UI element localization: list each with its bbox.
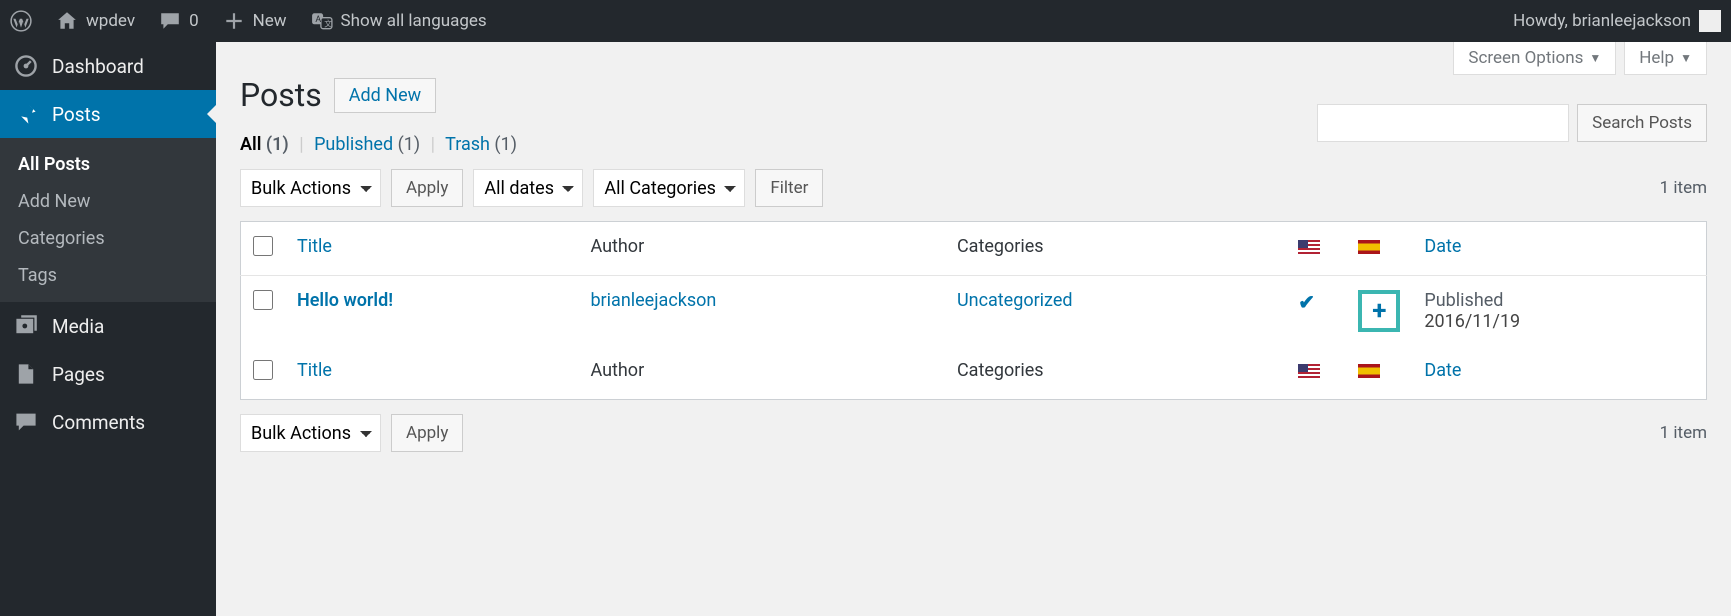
posts-table: Title Author Categories Date Hello world… bbox=[240, 221, 1707, 400]
column-date[interactable]: Date bbox=[1412, 222, 1706, 276]
comment-icon bbox=[159, 10, 181, 32]
page-icon bbox=[14, 362, 38, 386]
main-content: Screen Options ▼ Help ▼ Posts Add New Se… bbox=[216, 42, 1731, 616]
plus-icon[interactable]: + bbox=[1372, 296, 1386, 326]
items-count-bottom: 1 item bbox=[1660, 423, 1707, 443]
submenu-tags[interactable]: Tags bbox=[0, 257, 216, 294]
post-date: 2016/11/19 bbox=[1424, 311, 1694, 332]
menu-posts[interactable]: Posts bbox=[0, 90, 216, 138]
admin-toolbar: wpdev 0 New A文 Show all languages Howdy,… bbox=[0, 0, 1731, 42]
column-date[interactable]: Date bbox=[1412, 346, 1706, 400]
post-title-link[interactable]: Hello world! bbox=[297, 290, 393, 311]
menu-dashboard[interactable]: Dashboard bbox=[0, 42, 216, 90]
search-input[interactable] bbox=[1317, 104, 1569, 142]
filter-trash[interactable]: Trash (1) bbox=[445, 134, 517, 155]
add-new-button[interactable]: Add New bbox=[334, 78, 436, 113]
column-author: Author bbox=[578, 346, 945, 400]
dashboard-icon bbox=[14, 54, 38, 78]
screen-options-tab[interactable]: Screen Options ▼ bbox=[1453, 42, 1616, 75]
menu-media[interactable]: Media bbox=[0, 302, 216, 350]
pin-icon bbox=[14, 102, 38, 126]
admin-menu: Dashboard Posts All Posts Add New Catego… bbox=[0, 42, 216, 616]
comments-link[interactable]: 0 bbox=[159, 10, 199, 32]
search-button[interactable]: Search Posts bbox=[1577, 104, 1707, 142]
bulk-actions-select-bottom[interactable]: Bulk Actions bbox=[240, 414, 381, 452]
column-title[interactable]: Title bbox=[285, 346, 578, 400]
page-title: Posts bbox=[240, 76, 322, 114]
howdy-text: Howdy, brianleejackson bbox=[1513, 11, 1691, 31]
menu-label: Dashboard bbox=[52, 55, 144, 78]
flag-es-icon bbox=[1358, 364, 1380, 378]
site-name: wpdev bbox=[86, 11, 135, 31]
column-lang-es bbox=[1346, 222, 1412, 276]
bulk-actions-select[interactable]: Bulk Actions bbox=[240, 169, 381, 207]
submenu-categories[interactable]: Categories bbox=[0, 220, 216, 257]
date-filter-select[interactable]: All dates bbox=[473, 169, 583, 207]
translate-icon: A文 bbox=[311, 10, 333, 32]
home-icon bbox=[56, 10, 78, 32]
menu-label: Comments bbox=[52, 411, 145, 434]
check-icon[interactable]: ✔ bbox=[1298, 290, 1315, 314]
column-lang-es bbox=[1346, 346, 1412, 400]
column-title[interactable]: Title bbox=[285, 222, 578, 276]
chevron-down-icon: ▼ bbox=[1680, 51, 1692, 65]
post-status: Published bbox=[1424, 290, 1694, 311]
column-categories: Categories bbox=[945, 346, 1286, 400]
flag-es-icon bbox=[1358, 240, 1380, 254]
help-tab[interactable]: Help ▼ bbox=[1624, 42, 1707, 75]
menu-label: Pages bbox=[52, 363, 105, 386]
comments-count: 0 bbox=[189, 11, 199, 31]
submenu-all-posts[interactable]: All Posts bbox=[0, 146, 216, 183]
languages-label: Show all languages bbox=[341, 11, 487, 31]
menu-label: Media bbox=[52, 315, 104, 338]
site-link[interactable]: wpdev bbox=[56, 10, 135, 32]
svg-text:文: 文 bbox=[324, 19, 332, 29]
author-link[interactable]: brianleejackson bbox=[590, 290, 716, 311]
submenu-add-new[interactable]: Add New bbox=[0, 183, 216, 220]
avatar bbox=[1699, 10, 1721, 32]
account-link[interactable]: Howdy, brianleejackson bbox=[1513, 10, 1721, 32]
media-icon bbox=[14, 314, 38, 338]
select-all-checkbox[interactable] bbox=[253, 236, 273, 256]
flag-us-icon bbox=[1298, 364, 1320, 378]
wordpress-icon bbox=[10, 10, 32, 32]
menu-comments[interactable]: Comments bbox=[0, 398, 216, 446]
category-filter-select[interactable]: All Categories bbox=[593, 169, 745, 207]
select-all-checkbox-bottom[interactable] bbox=[253, 360, 273, 380]
add-translation-highlight: + bbox=[1358, 290, 1400, 332]
items-count: 1 item bbox=[1660, 178, 1707, 198]
table-row: Hello world! brianleejackson Uncategoriz… bbox=[241, 276, 1707, 347]
column-lang-us bbox=[1286, 222, 1346, 276]
row-checkbox[interactable] bbox=[253, 290, 273, 310]
comment-icon bbox=[14, 410, 38, 434]
filter-all[interactable]: All (1) bbox=[240, 134, 289, 155]
wordpress-logo[interactable] bbox=[10, 10, 32, 32]
chevron-down-icon: ▼ bbox=[1589, 51, 1601, 65]
languages-link[interactable]: A文 Show all languages bbox=[311, 10, 487, 32]
svg-text:A: A bbox=[315, 15, 321, 25]
column-lang-us bbox=[1286, 346, 1346, 400]
search-box: Search Posts bbox=[1317, 104, 1707, 142]
category-link[interactable]: Uncategorized bbox=[957, 290, 1073, 311]
tab-label: Screen Options bbox=[1468, 48, 1583, 68]
new-label: New bbox=[253, 11, 287, 31]
submenu-posts: All Posts Add New Categories Tags bbox=[0, 138, 216, 302]
tab-label: Help bbox=[1639, 48, 1674, 68]
filter-published[interactable]: Published (1) bbox=[314, 134, 420, 155]
flag-us-icon bbox=[1298, 240, 1320, 254]
apply-button[interactable]: Apply bbox=[391, 169, 463, 207]
column-categories: Categories bbox=[945, 222, 1286, 276]
menu-pages[interactable]: Pages bbox=[0, 350, 216, 398]
plus-icon bbox=[223, 10, 245, 32]
menu-label: Posts bbox=[52, 103, 101, 126]
column-author: Author bbox=[578, 222, 945, 276]
new-content-link[interactable]: New bbox=[223, 10, 287, 32]
filter-button[interactable]: Filter bbox=[755, 169, 823, 207]
apply-button-bottom[interactable]: Apply bbox=[391, 414, 463, 452]
